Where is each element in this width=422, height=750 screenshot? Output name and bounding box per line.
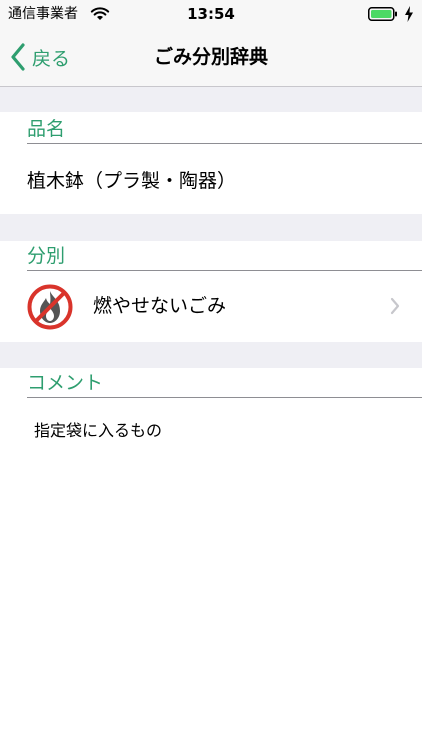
item-name-value: 植木鉢（プラ製・陶器） xyxy=(27,170,237,192)
battery-icon xyxy=(368,7,397,21)
status-time: 13:54 xyxy=(187,5,235,23)
comment-value: 指定袋に入るもの xyxy=(34,421,163,440)
chevron-right-icon xyxy=(390,297,400,315)
charging-bolt-icon xyxy=(405,6,413,22)
navigation-bar: 戻る ごみ分別辞典 xyxy=(0,28,422,87)
comment-header: コメント xyxy=(27,368,422,398)
page-title: ごみ分別辞典 xyxy=(153,46,268,68)
item-name-header-label: 品名 xyxy=(27,118,66,140)
section-separator xyxy=(0,342,422,368)
no-burn-icon xyxy=(27,284,73,330)
section-separator xyxy=(0,214,422,241)
category-header-label: 分別 xyxy=(27,245,66,267)
section-separator xyxy=(0,87,422,112)
category-header: 分別 xyxy=(27,241,422,271)
status-bar: 通信事業者 13:54 xyxy=(0,0,422,28)
category-value: 燃やせないごみ xyxy=(93,295,227,317)
comment-header-label: コメント xyxy=(27,372,104,394)
category-row[interactable]: 燃やせないごみ xyxy=(0,271,422,341)
item-name-header: 品名 xyxy=(27,114,422,144)
